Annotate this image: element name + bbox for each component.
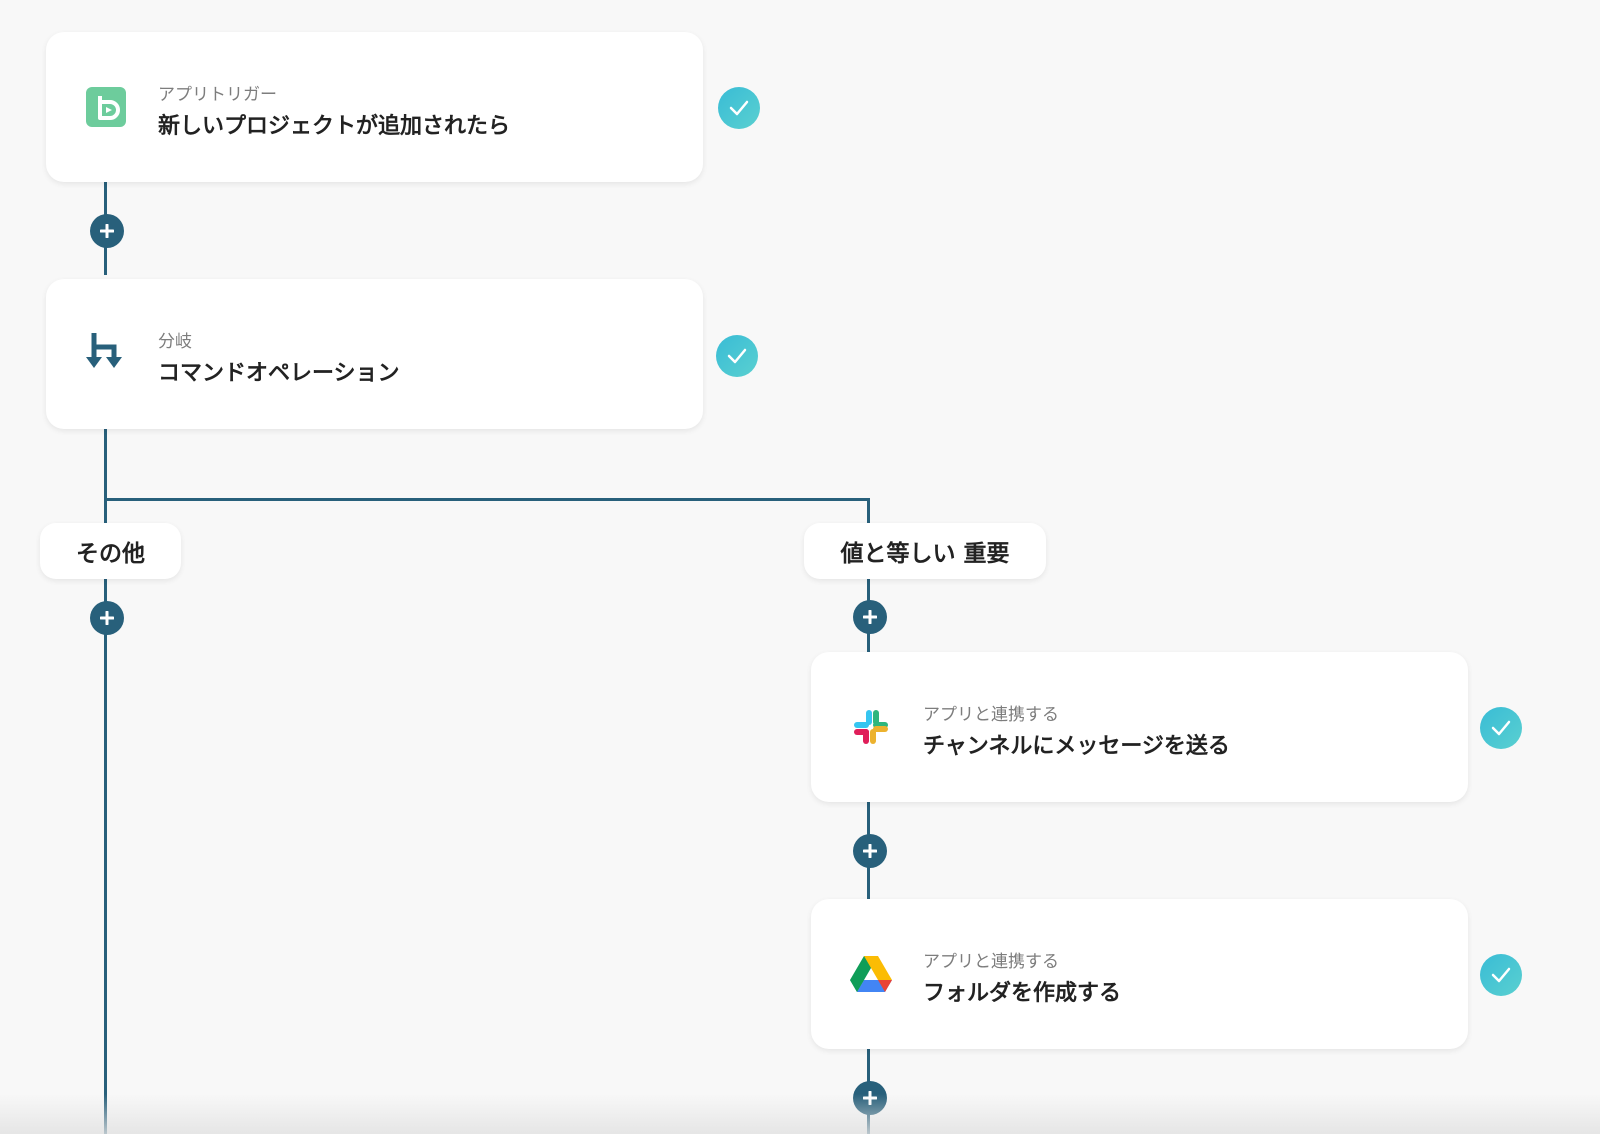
checkmark-icon [727,348,747,364]
step-title: フォルダを作成する [923,981,1122,1006]
step-type-label: アプリトリガー [158,85,277,105]
completed-check-badge [716,335,758,377]
branch-label-other[interactable]: その他 [40,523,181,579]
step-title: コマンドオペレーション [158,361,400,386]
checkmark-icon [729,100,749,116]
drive-step-card[interactable]: アプリと連携する フォルダを作成する [811,899,1468,1049]
backlog-icon [86,87,126,131]
checkmark-icon [1491,720,1511,736]
completed-check-badge [1480,707,1522,749]
scroll-shadow [0,1094,1600,1134]
step-title: チャンネルにメッセージを送る [923,734,1230,759]
checkmark-icon [1491,967,1511,983]
add-step-button[interactable] [853,600,887,634]
trigger-step-card[interactable]: アプリトリガー 新しいプロジェクトが追加されたら [46,32,703,182]
slack-step-card[interactable]: アプリと連携する チャンネルにメッセージを送る [811,652,1468,802]
step-title: 新しいプロジェクトが追加されたら [158,114,511,139]
completed-check-badge [718,87,760,129]
connector-line [104,498,868,501]
step-type-label: 分岐 [158,332,192,352]
plus-icon [100,611,114,625]
add-step-button[interactable] [90,601,124,635]
add-step-button[interactable] [853,834,887,868]
plus-icon [100,224,114,238]
google-drive-icon [849,954,893,998]
branch-label-match[interactable]: 値と等しい 重要 [804,523,1046,579]
completed-check-badge [1480,954,1522,996]
add-step-button[interactable] [90,214,124,248]
branch-icon [84,331,128,379]
step-type-label: アプリと連携する [923,952,1059,972]
step-type-label: アプリと連携する [923,705,1059,725]
branch-step-card[interactable]: 分岐 コマンドオペレーション [46,279,703,429]
slack-icon [851,707,891,751]
plus-icon [863,610,877,624]
plus-icon [863,844,877,858]
